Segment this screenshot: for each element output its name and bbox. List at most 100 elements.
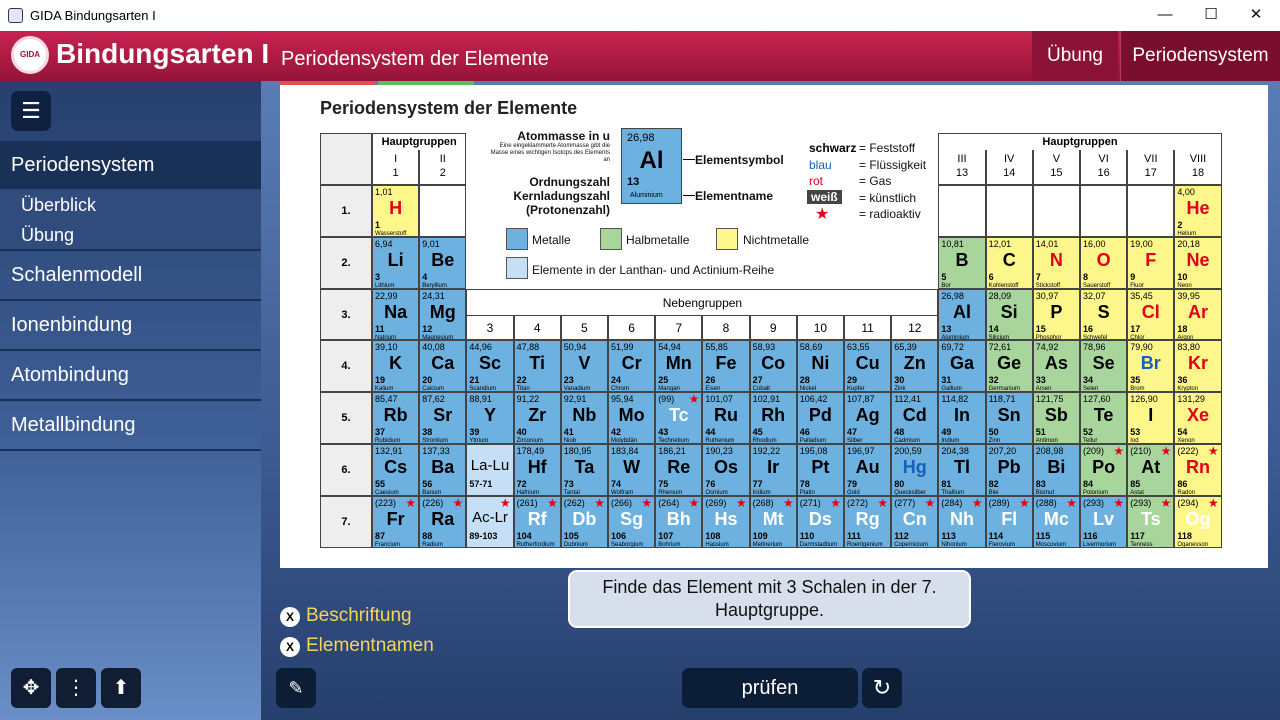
element-al[interactable]: 26,98 Al 13 Aluminium xyxy=(938,288,986,341)
element-h[interactable]: 1,01 H 1 Wasserstoff xyxy=(372,185,420,237)
element-ta[interactable]: 180,95 Ta 73 Tantal xyxy=(560,444,608,496)
element-rn[interactable]: (222) Rn 86 Radon ★ xyxy=(1174,444,1222,496)
sidebar-item-schalenmodell[interactable]: Schalenmodell xyxy=(0,251,261,299)
element-ba[interactable]: 137,33 Ba 56 Barium xyxy=(419,444,467,496)
element-hs[interactable]: (269) Hs 108 Hassium ★ xyxy=(702,495,750,548)
more-options-icon[interactable]: ⋮ xyxy=(56,668,96,708)
element-rh[interactable]: 102,91 Rh 45 Rhodium xyxy=(749,392,797,444)
element-fl[interactable]: (289) Fl 114 Flerovium ★ xyxy=(985,495,1033,548)
element-ar[interactable]: 39,95 Ar 18 Argon xyxy=(1174,288,1222,341)
element-f[interactable]: 19,00 F 9 Fluor xyxy=(1127,236,1175,289)
element-rg[interactable]: (272) Rg 111 Roentgenium ★ xyxy=(844,495,892,548)
note-icon[interactable]: ✎ xyxy=(276,668,316,708)
element-i[interactable]: 126,90 I 53 Iod xyxy=(1127,392,1175,444)
element-p[interactable]: 30,97 P 15 Phosphor xyxy=(1032,288,1080,341)
element-n[interactable]: 14,01 N 7 Stickstoff xyxy=(1032,236,1080,289)
element-ne[interactable]: 20,18 Ne 10 Neon xyxy=(1174,236,1222,289)
element-cr[interactable]: 51,99 Cr 24 Chrom xyxy=(608,340,656,393)
elementnamen-label[interactable]: Elementnamen xyxy=(306,635,434,657)
element-hf[interactable]: 178,49 Hf 72 Hafnium xyxy=(513,444,561,496)
element-db[interactable]: (262) Db 105 Dubnium ★ xyxy=(560,495,608,548)
beschriftung-checkbox[interactable]: X xyxy=(280,607,300,627)
sidebar-item-atombindung[interactable]: Atombindung xyxy=(0,351,261,399)
element-nh[interactable]: (284) Nh 113 Nihonium ★ xyxy=(938,495,986,548)
element-rb[interactable]: 85,47 Rb 37 Rubidium xyxy=(372,392,420,444)
element-tc[interactable]: (99) Tc 43 Technetium ★ xyxy=(655,392,703,444)
element-br[interactable]: 79,90 Br 35 Brom xyxy=(1127,340,1175,393)
element-cu[interactable]: 63,55 Cu 29 Kupfer xyxy=(844,340,892,393)
elementnamen-checkbox[interactable]: X xyxy=(280,637,300,657)
element-mg[interactable]: 24,31 Mg 12 Magnesium xyxy=(419,288,467,341)
element-mt[interactable]: (268) Mt 109 Meitnerium ★ xyxy=(749,495,797,548)
element-mn[interactable]: 54,94 Mn 25 Mangan xyxy=(655,340,703,393)
element-k[interactable]: 39,10 K 19 Kalium xyxy=(372,340,420,393)
element-mo[interactable]: 95,94 Mo 42 Molybdän xyxy=(608,392,656,444)
element-ra[interactable]: (226) Ra 88 Radium ★ xyxy=(419,495,467,548)
element-pt[interactable]: 195,08 Pt 78 Platin xyxy=(796,444,844,496)
element-as[interactable]: 74,92 As 33 Arsen xyxy=(1032,340,1080,393)
element-cl[interactable]: 35,45 Cl 17 Chlor xyxy=(1127,288,1175,341)
element-zn[interactable]: 65,39 Zn 30 Zink xyxy=(891,340,939,393)
element-nb[interactable]: 92,91 Nb 41 Niob xyxy=(560,392,608,444)
arrow-up-icon[interactable]: ⬆ xyxy=(101,668,141,708)
element-re[interactable]: 186,21 Re 75 Rhenium xyxy=(655,444,703,496)
element-zr[interactable]: 91,22 Zr 40 Zirconium xyxy=(513,392,561,444)
sidebar-item-periodensystem[interactable]: Periodensystem xyxy=(0,141,261,189)
element-y[interactable]: 88,91 Y 39 Yttrium xyxy=(466,392,514,444)
element-ag[interactable]: 107,87 Ag 47 Silber xyxy=(844,392,892,444)
element-kr[interactable]: 83,80 Kr 36 Krypton xyxy=(1174,340,1222,393)
element-bh[interactable]: (264) Bh 107 Bohrium ★ xyxy=(655,495,703,548)
element-ti[interactable]: 47,88 Ti 22 Titan xyxy=(513,340,561,393)
element-sn[interactable]: 118,71 Sn 50 Zinn xyxy=(985,392,1033,444)
element-ts[interactable]: (293) Ts 117 Tenness ★ xyxy=(1127,495,1175,548)
element-au[interactable]: 196,97 Au 79 Gold xyxy=(844,444,892,496)
element-v[interactable]: 50,94 V 23 Vanadium xyxy=(560,340,608,393)
minimize-icon[interactable]: — xyxy=(1142,3,1188,27)
element-sb[interactable]: 121,75 Sb 51 Antimon xyxy=(1032,392,1080,444)
element-ge[interactable]: 72,61 Ge 32 Germanium xyxy=(985,340,1033,393)
sidebar-item-metallbindung[interactable]: Metallbindung xyxy=(0,401,261,449)
element-c[interactable]: 12,01 C 6 Kohlenstoff xyxy=(985,236,1033,289)
element-cn[interactable]: (277) Cn 112 Copernicium ★ xyxy=(891,495,939,548)
element-fr[interactable]: (223) Fr 87 Francium ★ xyxy=(372,495,420,548)
sidebar-item-uebung[interactable]: Übung xyxy=(0,221,261,249)
element-sr[interactable]: 87,62 Sr 38 Strontium xyxy=(419,392,467,444)
menu-icon[interactable]: ☰ xyxy=(11,91,51,131)
element-hg[interactable]: 200,59 Hg 80 Quecksilber xyxy=(891,444,939,496)
reset-icon[interactable]: ↻ xyxy=(862,668,902,708)
element-in[interactable]: 114,82 In 49 Indium xyxy=(938,392,986,444)
pruefen-button[interactable]: prüfen xyxy=(682,668,858,708)
tab-uebung[interactable]: Übung xyxy=(1032,31,1118,81)
element-na[interactable]: 22,99 Na 11 Natrium xyxy=(372,288,420,341)
element-b[interactable]: 10,81 B 5 Bor xyxy=(938,236,986,289)
element-sc[interactable]: 44,96 Sc 21 Scandium xyxy=(466,340,514,393)
element-li[interactable]: 6,94 Li 3 Lithium xyxy=(372,236,420,289)
element-pd[interactable]: 106,42 Pd 46 Palladium xyxy=(796,392,844,444)
element-ds[interactable]: (271) Ds 110 Darmstadtium ★ xyxy=(796,495,844,548)
element-ca[interactable]: 40,08 Ca 20 Calcium xyxy=(419,340,467,393)
element-os[interactable]: 190,23 Os 76 Osmium xyxy=(702,444,750,496)
element-xe[interactable]: 131,29 Xe 54 Xenon xyxy=(1174,392,1222,444)
close-icon[interactable]: ✕ xyxy=(1233,3,1279,27)
sidebar-item-ueberblick[interactable]: Überblick xyxy=(0,191,261,219)
element-lv[interactable]: (293) Lv 116 Livermorium ★ xyxy=(1080,495,1128,548)
element-cs[interactable]: 132,91 Cs 55 Caesium xyxy=(372,444,420,496)
maximize-icon[interactable]: ☐ xyxy=(1188,3,1234,27)
element-o[interactable]: 16,00 O 8 Sauerstoff xyxy=(1080,236,1128,289)
element-bi[interactable]: 208,98 Bi 83 Bismut xyxy=(1032,444,1080,496)
element-fe[interactable]: 55,85 Fe 26 Eisen xyxy=(702,340,750,393)
element-rf[interactable]: (261) Rf 104 Rutherfordium ★ xyxy=(513,495,561,548)
element-te[interactable]: 127,60 Te 52 Tellur xyxy=(1080,392,1128,444)
element-tl[interactable]: 204,38 Tl 81 Thallium xyxy=(938,444,986,496)
element-se[interactable]: 78,96 Se 34 Selen xyxy=(1080,340,1128,393)
element-ru[interactable]: 101,07 Ru 44 Ruthenium xyxy=(702,392,750,444)
tab-periodensystem[interactable]: Periodensystem xyxy=(1120,31,1280,81)
sidebar-item-ionenbindung[interactable]: Ionenbindung xyxy=(0,301,261,349)
ac-series-cell[interactable]: Ac-Lr 89-103 ★ xyxy=(466,495,514,548)
element-mc[interactable]: (288) Mc 115 Moscovium ★ xyxy=(1032,495,1080,548)
element-ni[interactable]: 58,69 Ni 28 Nickel xyxy=(796,340,844,393)
move-icon[interactable]: ✥ xyxy=(11,668,51,708)
element-be[interactable]: 9,01 Be 4 Beryllium xyxy=(419,236,467,289)
element-he[interactable]: 4,00 He 2 Helium xyxy=(1174,185,1222,237)
beschriftung-label[interactable]: Beschriftung xyxy=(306,605,412,627)
